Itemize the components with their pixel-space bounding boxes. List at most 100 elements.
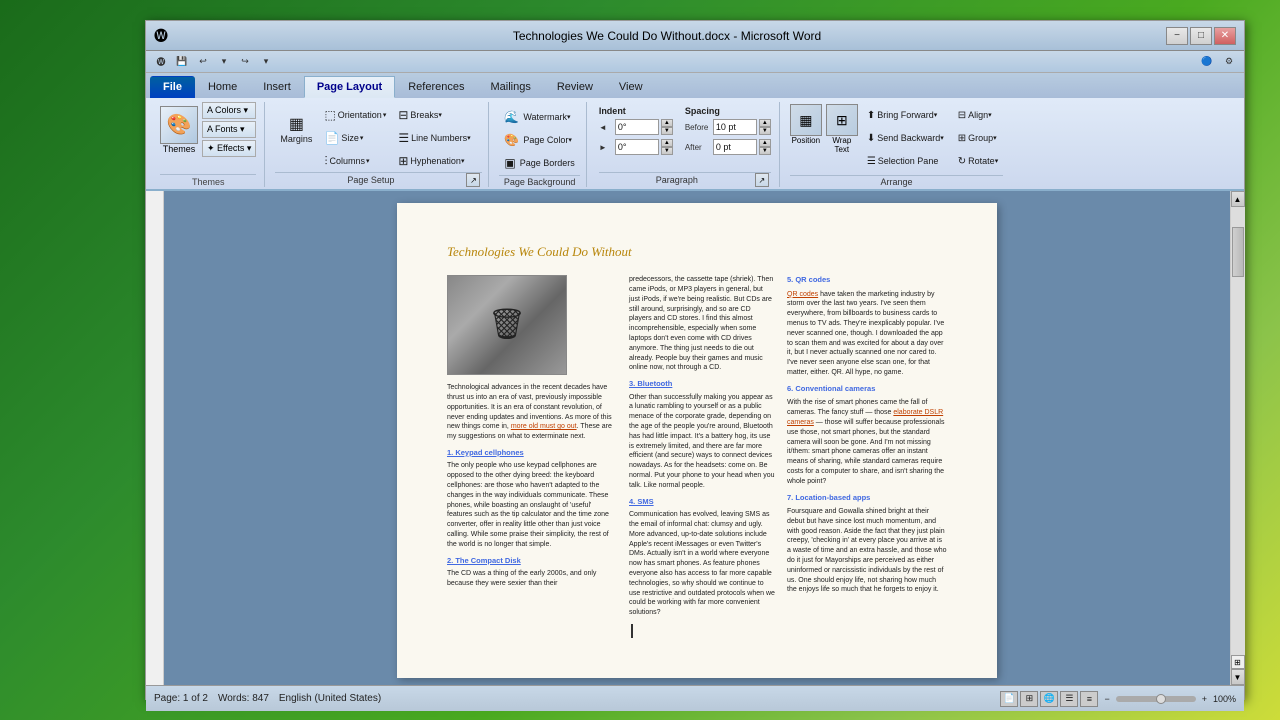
indent-right-up[interactable]: ▲ (661, 139, 673, 147)
paragraph-group-label: Paragraph (599, 175, 755, 185)
rotate-button[interactable]: ↻ Rotate ▾ (953, 150, 1003, 172)
customize-qa-button[interactable]: ▾ (257, 53, 275, 71)
breaks-arrow: ▾ (438, 111, 442, 119)
theme-fonts-button[interactable]: A Fonts ▾ (202, 121, 256, 138)
section-6-num: 6. Conventional cameras (787, 384, 947, 395)
bringforward-icon: ⬆ (867, 110, 875, 121)
rotate-label: Rotate (968, 156, 995, 166)
indent-right-val: 0° (618, 142, 627, 152)
page-setup-label: Page Setup (275, 175, 466, 185)
spacing-before-down[interactable]: ▼ (759, 127, 771, 135)
tab-references[interactable]: References (395, 76, 477, 98)
spacing-before-val: 10 pt (716, 122, 736, 132)
scroll-thumb[interactable] (1232, 227, 1244, 277)
spacing-before-up[interactable]: ▲ (759, 119, 771, 127)
indent-right-input[interactable]: 0° (615, 139, 659, 155)
theme-colors-button[interactable]: A Colors ▾ (202, 102, 256, 119)
size-button[interactable]: 📄 Size ▾ (319, 127, 391, 149)
zoom-thumb (1156, 694, 1166, 704)
split-button[interactable]: ⊞ (1231, 655, 1245, 669)
ribbon: File Home Insert Page Layout References … (146, 73, 1244, 191)
undo-dropdown[interactable]: ▾ (215, 53, 233, 71)
position-button[interactable]: ▦ Position (790, 104, 822, 172)
selectionpane-button[interactable]: ☰ Selection Pane (862, 150, 949, 172)
help-icon[interactable]: 🔵 (1198, 53, 1216, 71)
align-button[interactable]: ⊟ Align ▾ (953, 104, 1003, 126)
scroll-down-button[interactable]: ▼ (1231, 669, 1245, 685)
breaks-button[interactable]: ⊟ Breaks ▾ (393, 104, 475, 126)
draft-button[interactable]: ≡ (1080, 691, 1098, 707)
align-arrow: ▾ (988, 111, 992, 119)
minimize-button[interactable]: − (1166, 27, 1188, 45)
pageborders-button[interactable]: ▣ Page Borders (499, 152, 579, 174)
close-button[interactable]: ✕ (1214, 27, 1236, 45)
bringforward-button[interactable]: ⬆ Bring Forward ▾ (862, 104, 949, 126)
group-label: Group (968, 133, 993, 143)
theme-effects-button[interactable]: ✦ Effects ▾ (202, 140, 256, 157)
hyphenation-button[interactable]: ⊞ Hyphenation ▾ (393, 150, 475, 172)
indent-right-down[interactable]: ▼ (661, 147, 673, 155)
page-setup-expand[interactable]: ↗ (466, 173, 480, 187)
spacing-before-input[interactable]: 10 pt (713, 119, 757, 135)
spacing-after-up[interactable]: ▲ (759, 139, 771, 147)
save-button[interactable]: 💾 (173, 53, 191, 71)
paragraph-expand[interactable]: ↗ (755, 173, 769, 187)
indent-left-spinners: ▲ ▼ (661, 119, 673, 135)
waste-image: 🗑 (447, 275, 567, 375)
themes-label: Themes (163, 144, 196, 154)
scroll-up-button[interactable]: ▲ (1231, 191, 1245, 207)
section-7-num: 7. Location-based apps (787, 493, 947, 504)
web-layout-button[interactable]: 🌐 (1040, 691, 1058, 707)
group-button[interactable]: ⊞ Group ▾ (953, 127, 1003, 149)
document-area: Technologies We Could Do Without 🗑 Techn… (164, 191, 1230, 685)
spacing-after-down[interactable]: ▼ (759, 147, 771, 155)
watermark-button[interactable]: 🌊 Watermark ▾ (499, 106, 579, 128)
pagecolor-button[interactable]: 🎨 Page Color ▾ (499, 129, 579, 151)
tab-home[interactable]: Home (195, 76, 250, 98)
columns-button[interactable]: ⫶ Columns ▾ (319, 150, 391, 172)
themes-button[interactable]: 🎨 Themes (160, 106, 198, 154)
outline-button[interactable]: ☰ (1060, 691, 1078, 707)
wraptxt-button[interactable]: ⊞ WrapText (826, 104, 858, 172)
indent-left-up[interactable]: ▲ (661, 119, 673, 127)
linenumbers-arrow: ▾ (467, 134, 471, 142)
zoom-plus[interactable]: + (1202, 694, 1207, 704)
document-columns: 🗑 Technological advances in the recent d… (447, 275, 947, 638)
restore-button[interactable]: □ (1190, 27, 1212, 45)
sendbackward-button[interactable]: ⬇ Send Backward ▾ (862, 127, 949, 149)
spacing-before-row: Before 10 pt ▲ ▼ (685, 117, 771, 137)
linenumbers-button[interactable]: ☰ Line Numbers ▾ (393, 127, 475, 149)
document-title: Technologies We Could Do Without (447, 243, 947, 261)
margins-button[interactable]: ▦ Margins (275, 104, 317, 154)
tab-mailings[interactable]: Mailings (477, 76, 543, 98)
spacing-after-input[interactable]: 0 pt (713, 139, 757, 155)
tab-view[interactable]: View (606, 76, 656, 98)
full-screen-button[interactable]: ⊞ (1020, 691, 1038, 707)
page-setup-group: ▦ Margins ⬚ Orientation ▾ 📄 Size ▾ (269, 102, 489, 187)
tab-insert[interactable]: Insert (250, 76, 304, 98)
bringforward-arrow: ▾ (934, 111, 938, 119)
zoom-minus[interactable]: − (1104, 694, 1109, 704)
title-bar: 🅦 Technologies We Could Do Without.docx … (146, 21, 1244, 51)
size-arrow: ▾ (360, 134, 364, 142)
zoom-slider[interactable] (1116, 696, 1196, 702)
tab-review[interactable]: Review (544, 76, 606, 98)
options-button[interactable]: ⚙ (1220, 53, 1238, 71)
section-2-text: The CD was a thing of the early 2000s, a… (447, 569, 617, 589)
tab-pagelayout[interactable]: Page Layout (304, 76, 395, 98)
section-6-text: With the rise of smart phones came the f… (787, 398, 947, 486)
orientation-button[interactable]: ⬚ Orientation ▾ (319, 104, 391, 126)
print-layout-button[interactable]: 📄 (1000, 691, 1018, 707)
rotate-arrow: ▾ (995, 157, 999, 165)
vertical-scrollbar: ▲ ⊞ ▼ (1230, 191, 1244, 685)
tab-file[interactable]: File (150, 76, 195, 98)
section-2-heading: 2. The Compact Disk (447, 556, 617, 567)
themes-icon: 🎨 (160, 106, 198, 144)
indent-left-down[interactable]: ▼ (661, 127, 673, 135)
indent-left-input[interactable]: 0° (615, 119, 659, 135)
scroll-track[interactable] (1231, 207, 1245, 655)
undo-button[interactable]: ↩ (194, 53, 212, 71)
zoom-level[interactable]: 100% (1213, 694, 1236, 704)
orientation-icon: ⬚ (324, 108, 335, 122)
redo-button[interactable]: ↪ (236, 53, 254, 71)
